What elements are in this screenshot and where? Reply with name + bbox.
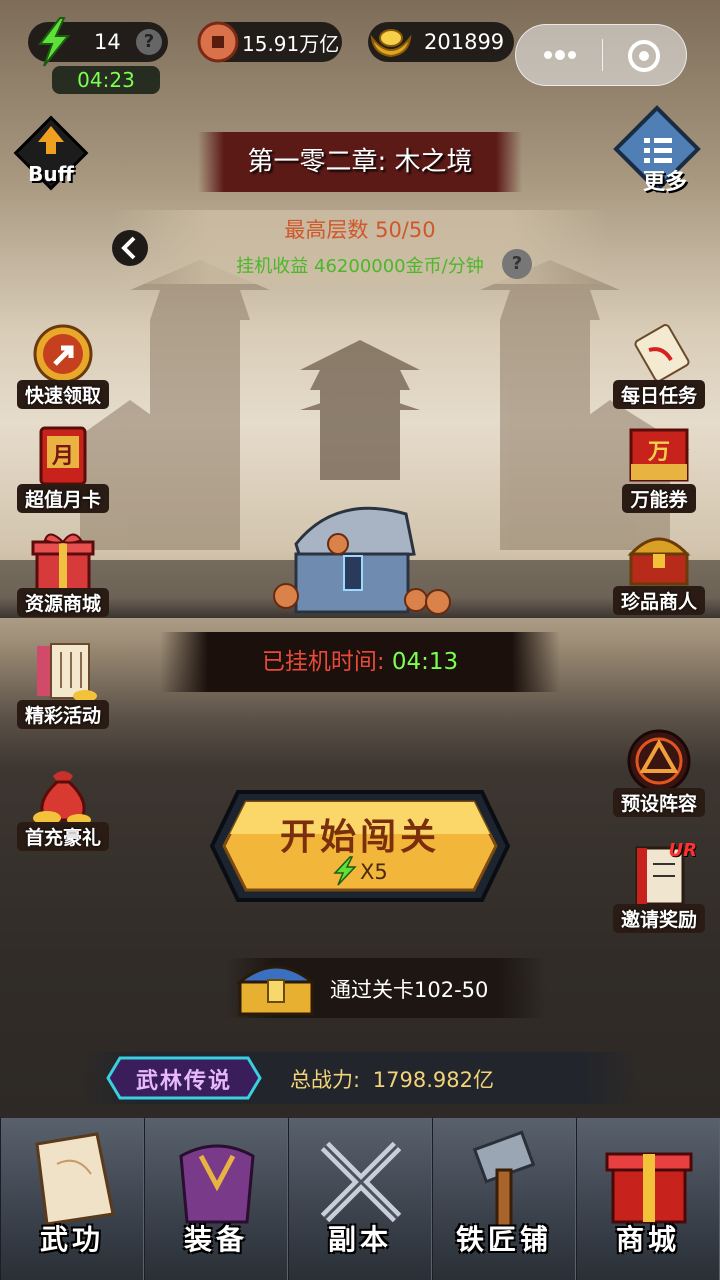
preset-formation-button[interactable]: 预设阵容 bbox=[604, 728, 714, 817]
treasure-merchant-label: 珍品商人 bbox=[612, 586, 705, 615]
treasure-merchant-button[interactable]: 珍品商人 bbox=[604, 526, 714, 615]
nav-equipment[interactable]: 装备 bbox=[144, 1118, 288, 1280]
max-floor-row: 最高层数 50/50 bbox=[170, 214, 550, 244]
events-label: 精彩活动 bbox=[16, 700, 109, 729]
capsule-divider bbox=[602, 39, 603, 71]
stage-reward-banner[interactable]: 通过关卡102-50 bbox=[226, 958, 546, 1018]
total-power-label: 总战力: bbox=[290, 1068, 361, 1092]
idle-time-row: 已挂机时间: 04:13 bbox=[160, 632, 560, 692]
universal-ticket-label: 万能券 bbox=[622, 484, 696, 513]
events-button[interactable]: 精彩活动 bbox=[8, 640, 118, 729]
treasure-chest-icon bbox=[623, 526, 695, 592]
resource-shop-button[interactable]: 资源商城 bbox=[8, 528, 118, 617]
nav-martial-arts[interactable]: 武功 bbox=[0, 1118, 144, 1280]
resource-shop-label: 资源商城 bbox=[16, 588, 109, 617]
lightning-icon bbox=[332, 856, 358, 890]
copper-coin-icon bbox=[196, 20, 240, 69]
chapter-title: 第一零二章: 木之境 bbox=[247, 147, 473, 177]
coins-pill[interactable]: 15.91万亿 bbox=[197, 21, 342, 63]
invite-reward-icon: UR bbox=[623, 840, 697, 910]
nav-equipment-label: 装备 bbox=[183, 1223, 248, 1256]
chapter-banner: 第一零二章: 木之境 bbox=[198, 132, 522, 192]
daily-tasks-label: 每日任务 bbox=[612, 380, 705, 409]
start-button-label: 开始闯关 bbox=[279, 817, 440, 858]
max-floor-label: 最高层数 bbox=[284, 218, 369, 242]
nav-dungeon-label: 副本 bbox=[327, 1223, 392, 1256]
more-dots-icon[interactable] bbox=[534, 39, 586, 71]
quick-claim-button[interactable]: 快速领取 bbox=[8, 320, 118, 409]
nav-blacksmith-label: 铁匠铺 bbox=[455, 1223, 552, 1256]
gold-pill[interactable]: 201899 bbox=[368, 22, 514, 62]
target-circle-icon[interactable] bbox=[624, 37, 664, 75]
silver-chest-icon bbox=[273, 506, 451, 615]
income-help-icon[interactable]: ? bbox=[502, 249, 532, 279]
gift-box-icon bbox=[27, 528, 99, 594]
idle-chest[interactable] bbox=[266, 494, 456, 620]
daily-tasks-button[interactable]: 每日任务 bbox=[604, 320, 714, 409]
rank-badge-label: 武林传说 bbox=[135, 1069, 232, 1094]
nav-shop-label: 商城 bbox=[615, 1223, 680, 1256]
quick-claim-label: 快速领取 bbox=[16, 380, 109, 409]
monthly-card-icon: 月 bbox=[27, 424, 99, 490]
total-power-value: 1798.982亿 bbox=[372, 1068, 494, 1092]
idle-income-value: 46200000金币/分钟 bbox=[314, 256, 484, 277]
energy-timer: 04:23 bbox=[52, 66, 160, 94]
universal-ticket-glyph: 万 bbox=[647, 440, 670, 465]
idle-time-value: 04:13 bbox=[391, 649, 459, 675]
nav-blacksmith[interactable]: 铁匠铺 bbox=[432, 1118, 576, 1280]
more-button[interactable]: 更多 bbox=[610, 102, 704, 198]
buff-label: Buff bbox=[28, 162, 74, 186]
daily-scroll-icon bbox=[623, 320, 695, 386]
quick-claim-icon bbox=[27, 320, 99, 386]
monthly-card-label: 超值月卡 bbox=[16, 484, 109, 513]
preset-formation-label: 预设阵容 bbox=[612, 788, 705, 817]
more-label: 更多 bbox=[642, 170, 687, 195]
invite-reward-button[interactable]: UR 邀请奖励 bbox=[604, 840, 714, 933]
gold-ingot-icon bbox=[368, 24, 414, 65]
help-icon[interactable]: ? bbox=[136, 29, 162, 55]
energy-value: 14 bbox=[94, 30, 121, 54]
universal-ticket-button[interactable]: 万 万能券 bbox=[604, 424, 714, 513]
rank-badge[interactable]: 武林传说 bbox=[106, 1056, 262, 1100]
idle-income-label: 挂机收益 bbox=[236, 256, 309, 277]
nav-shop[interactable]: 商城 bbox=[576, 1118, 720, 1280]
ur-badge: UR bbox=[668, 840, 697, 861]
nav-martial-arts-label: 武功 bbox=[39, 1223, 104, 1256]
universal-ticket-icon: 万 bbox=[623, 424, 695, 490]
back-arrow-icon[interactable] bbox=[110, 228, 150, 268]
idle-time-banner: 已挂机时间: 04:13 bbox=[160, 632, 560, 692]
monthly-card-button[interactable]: 月 超值月卡 bbox=[8, 424, 118, 513]
idle-time-label: 已挂机时间: bbox=[261, 649, 385, 675]
lightning-icon bbox=[34, 16, 74, 73]
nav-dungeon[interactable]: 副本 bbox=[288, 1118, 432, 1280]
stage-reward-text: 通过关卡102-50 bbox=[330, 978, 489, 1002]
gold-value: 201899 bbox=[424, 30, 505, 54]
first-recharge-label: 首充豪礼 bbox=[16, 822, 109, 851]
first-recharge-button[interactable]: 首充豪礼 bbox=[8, 762, 118, 851]
formation-icon bbox=[623, 728, 695, 794]
monthly-card-glyph: 月 bbox=[51, 444, 74, 469]
max-floor-value: 50/50 bbox=[375, 218, 436, 242]
invite-reward-label: 邀请奖励 bbox=[612, 904, 705, 933]
start-challenge-button[interactable]: 开始闯关 X5 bbox=[208, 786, 512, 906]
money-bag-icon bbox=[27, 762, 99, 828]
buff-button[interactable]: Buff bbox=[12, 114, 90, 192]
scroll-events-icon bbox=[27, 640, 99, 706]
coins-value: 15.91万亿 bbox=[242, 31, 340, 56]
total-power-row: 总战力: 1798.982亿 bbox=[290, 1064, 494, 1094]
start-cost: X5 bbox=[360, 860, 388, 884]
gold-chest-icon bbox=[234, 952, 318, 1024]
energy-pill[interactable]: 14 ? bbox=[28, 17, 168, 67]
miniprogram-capsule bbox=[515, 24, 687, 86]
